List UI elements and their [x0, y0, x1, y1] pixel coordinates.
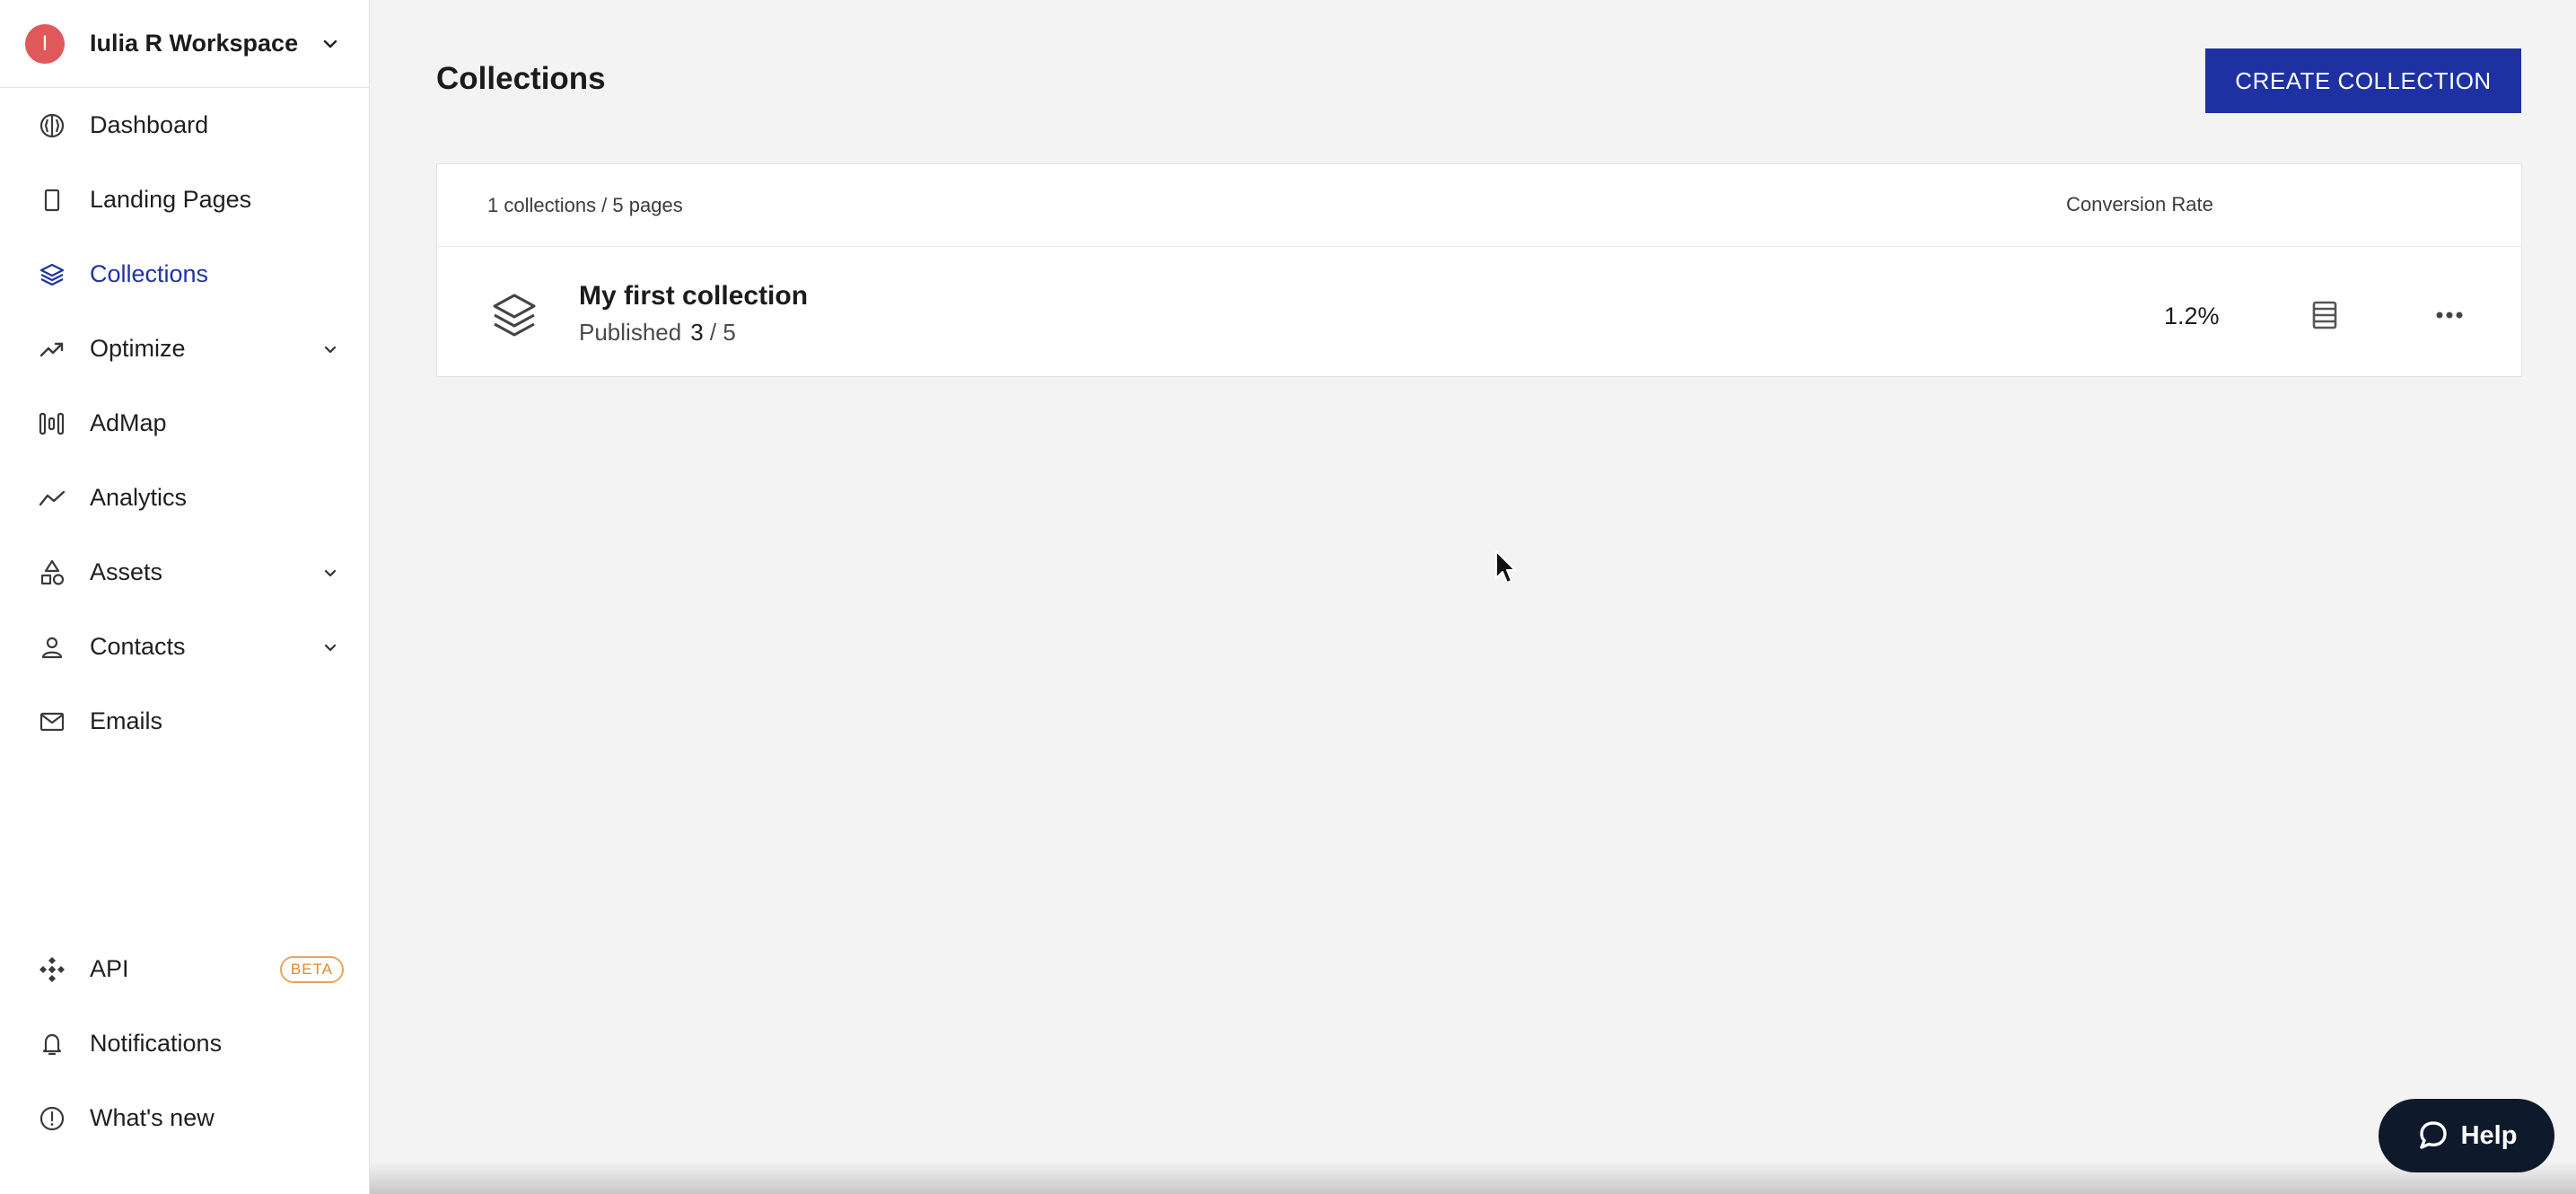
chevron-down-icon[interactable] [317, 634, 344, 661]
page-title: Collections [436, 61, 606, 96]
workspace-switcher[interactable]: I Iulia R Workspace [0, 0, 369, 88]
layers-icon [36, 259, 68, 291]
sidebar-item-api[interactable]: API BETA [0, 932, 369, 1006]
sidebar-item-label: Analytics [90, 484, 188, 511]
create-collection-button[interactable]: CREATE COLLECTION [2205, 48, 2521, 113]
user-icon [36, 631, 68, 663]
sidebar-item-label: What's new [90, 1104, 215, 1131]
chat-bubble-icon [2419, 1121, 2447, 1149]
workspace-name: Iulia R Workspace [90, 30, 299, 57]
chevron-down-icon[interactable] [317, 559, 344, 586]
sidebar-item-analytics[interactable]: Analytics [0, 461, 369, 535]
published-count: 3 [690, 319, 704, 346]
sidebar-item-assets[interactable]: Assets [0, 535, 369, 610]
sidebar-item-notifications[interactable]: Notifications [0, 1006, 369, 1081]
sidebar-item-landing-pages[interactable]: Landing Pages [0, 162, 369, 237]
shapes-icon [36, 557, 68, 589]
workspace-avatar: I [25, 23, 65, 64]
sidebar: I Iulia R Workspace Dashboard Landing Pa… [0, 0, 370, 1194]
info-circle-icon [36, 1102, 68, 1135]
main-nav: Dashboard Landing Pages Collections Opti… [0, 88, 369, 759]
page-icon [36, 184, 68, 216]
total-count: / 5 [709, 319, 736, 346]
sidebar-item-label: Dashboard [90, 111, 209, 138]
more-options-icon[interactable] [2431, 297, 2467, 333]
sidebar-item-emails[interactable]: Emails [0, 684, 369, 759]
sidebar-item-label: Optimize [90, 335, 186, 362]
analytics-icon [36, 482, 68, 514]
layers-icon [487, 288, 541, 342]
conversion-rate-value: 1.2% [2164, 303, 2220, 329]
dashboard-icon [36, 110, 68, 142]
collection-title[interactable]: My first collection [579, 281, 808, 312]
sidebar-item-dashboard[interactable]: Dashboard [0, 88, 369, 162]
trending-up-icon [36, 333, 68, 365]
help-button[interactable]: Help [2379, 1099, 2554, 1172]
sidebar-item-optimize[interactable]: Optimize [0, 312, 369, 386]
sidebar-item-label: API [90, 955, 129, 982]
sidebar-item-collections[interactable]: Collections [0, 237, 369, 312]
sidebar-item-label: Landing Pages [90, 186, 252, 213]
list-view-icon[interactable] [2307, 297, 2343, 333]
api-icon [36, 953, 68, 986]
column-header-conversion-rate: Conversion Rate [2066, 193, 2213, 215]
status-label: Published [579, 319, 682, 346]
sidebar-item-label: Contacts [90, 633, 186, 660]
admap-icon [36, 408, 68, 440]
table-row[interactable]: My first collection Published 3 / 5 1.2% [437, 247, 2521, 377]
sidebar-item-label: Notifications [90, 1030, 223, 1057]
chevron-down-icon[interactable] [317, 31, 344, 57]
table-header: 1 collections / 5 pages Conversion Rate [437, 164, 2521, 247]
beta-badge: BETA [279, 955, 344, 983]
main-content: Collections CREATE COLLECTION 1 collecti… [370, 0, 2576, 1194]
sidebar-item-whats-new[interactable]: What's new [0, 1081, 369, 1155]
chevron-down-icon[interactable] [317, 336, 344, 363]
collections-table: 1 collections / 5 pages Conversion Rate … [436, 163, 2522, 377]
sidebar-item-admap[interactable]: AdMap [0, 386, 369, 461]
mail-icon [36, 706, 68, 738]
sidebar-item-label: Emails [90, 707, 163, 734]
secondary-nav: API BETA Notifications What's new [0, 932, 369, 1155]
help-label: Help [2460, 1120, 2518, 1150]
sidebar-item-contacts[interactable]: Contacts [0, 610, 369, 684]
bottom-shadow [370, 1162, 2576, 1194]
mouse-cursor-icon [1495, 550, 1516, 584]
collection-status: Published 3 / 5 [579, 319, 736, 347]
sidebar-item-label: AdMap [90, 409, 167, 436]
sidebar-item-label: Collections [90, 260, 209, 287]
collections-summary: 1 collections / 5 pages [487, 193, 683, 216]
sidebar-item-label: Assets [90, 558, 163, 585]
bell-icon [36, 1028, 68, 1060]
